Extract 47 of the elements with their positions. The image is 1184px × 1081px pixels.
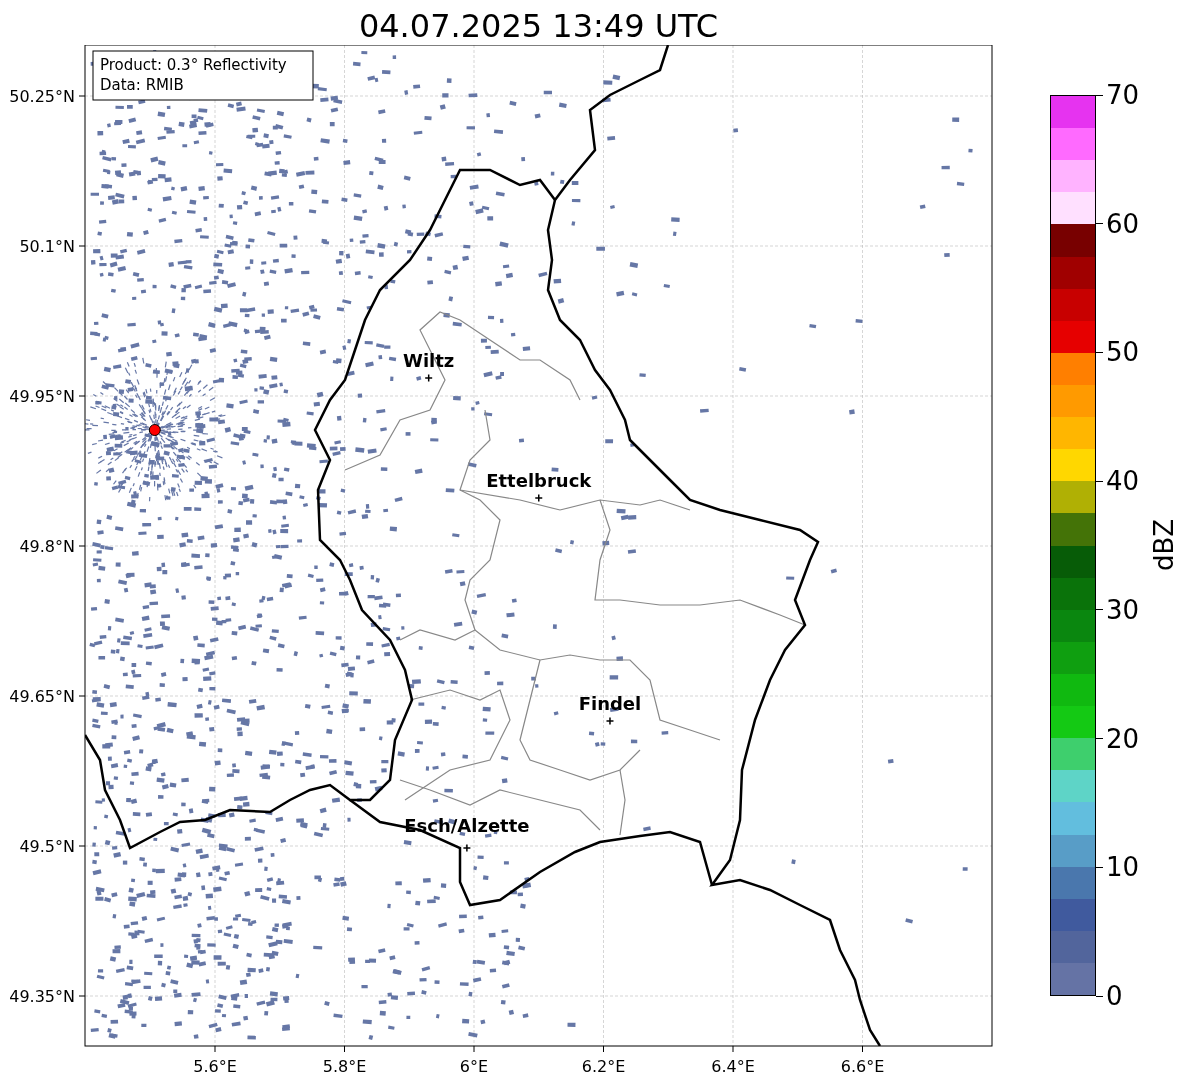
map-title: 04.07.2025 13:49 UTC [357, 6, 720, 45]
axis-tick-mark [862, 1045, 863, 1053]
axis-tick-label: 6.4°E [711, 1057, 755, 1076]
city-label: Ettelbruck [486, 470, 592, 491]
axis-tick-mark [78, 845, 86, 847]
axis-tick-label: 49.35°N [9, 987, 75, 1006]
axis-tick-mark [603, 1045, 604, 1053]
info-text: Product: 0.3° Reflectivity [100, 56, 287, 74]
axis-tick-mark [78, 545, 86, 547]
colorbar-tick-label: 70 [1106, 80, 1140, 110]
city-marker [605, 716, 615, 726]
axis-tick-label: 49.8°N [19, 537, 75, 556]
colorbar-tick-label: 20 [1106, 723, 1140, 754]
axis-tick-label: 5.8°E [322, 1057, 367, 1076]
axis-tick-mark [344, 1045, 345, 1053]
colorbar-tick-label: 40 [1106, 466, 1140, 497]
city-marker [534, 493, 543, 503]
axis-tick-label: 5.6°E [193, 1057, 237, 1076]
axis-tick-mark [473, 1045, 475, 1053]
colorbar-tick-label: 50 [1106, 337, 1140, 368]
colorbar-label: dBZ [1149, 518, 1180, 572]
axis-tick-label: 50.25°N [9, 87, 75, 106]
colorbar-tick-label: 60 [1106, 208, 1140, 239]
axis-tick-mark [78, 95, 86, 97]
axis-tick-mark [78, 695, 86, 697]
axis-tick-mark [78, 245, 86, 247]
axis-tick-label: 6°E [459, 1057, 489, 1076]
axis-tick-mark [78, 995, 86, 997]
axis-tick-label: 6.6°E [840, 1057, 885, 1076]
axis-tick-mark [214, 1045, 216, 1053]
axis-tick-label: 49.95°N [9, 387, 75, 406]
city-label: Esch/Alzette [404, 815, 530, 836]
axis-tick-label: 49.5°N [19, 837, 75, 856]
city-label: Wiltz [403, 350, 455, 371]
city-marker [462, 843, 472, 853]
radar-site-marker [148, 424, 161, 436]
colorbar-tick-label: 30 [1106, 594, 1140, 625]
city-label: Findel [578, 693, 642, 714]
colorbar-tick-label: 10 [1106, 852, 1140, 883]
axis-tick-mark [78, 395, 86, 397]
axis-tick-mark [732, 1045, 734, 1053]
axis-tick-label: 50.1°N [19, 237, 75, 256]
city-marker [424, 373, 433, 383]
colorbar-tick-label: 0 [1106, 981, 1123, 1011]
info-text: Data: RMIB [100, 76, 184, 94]
axis-tick-label: 6.2°E [581, 1057, 626, 1076]
axis-tick-label: 49.65°N [9, 687, 75, 706]
